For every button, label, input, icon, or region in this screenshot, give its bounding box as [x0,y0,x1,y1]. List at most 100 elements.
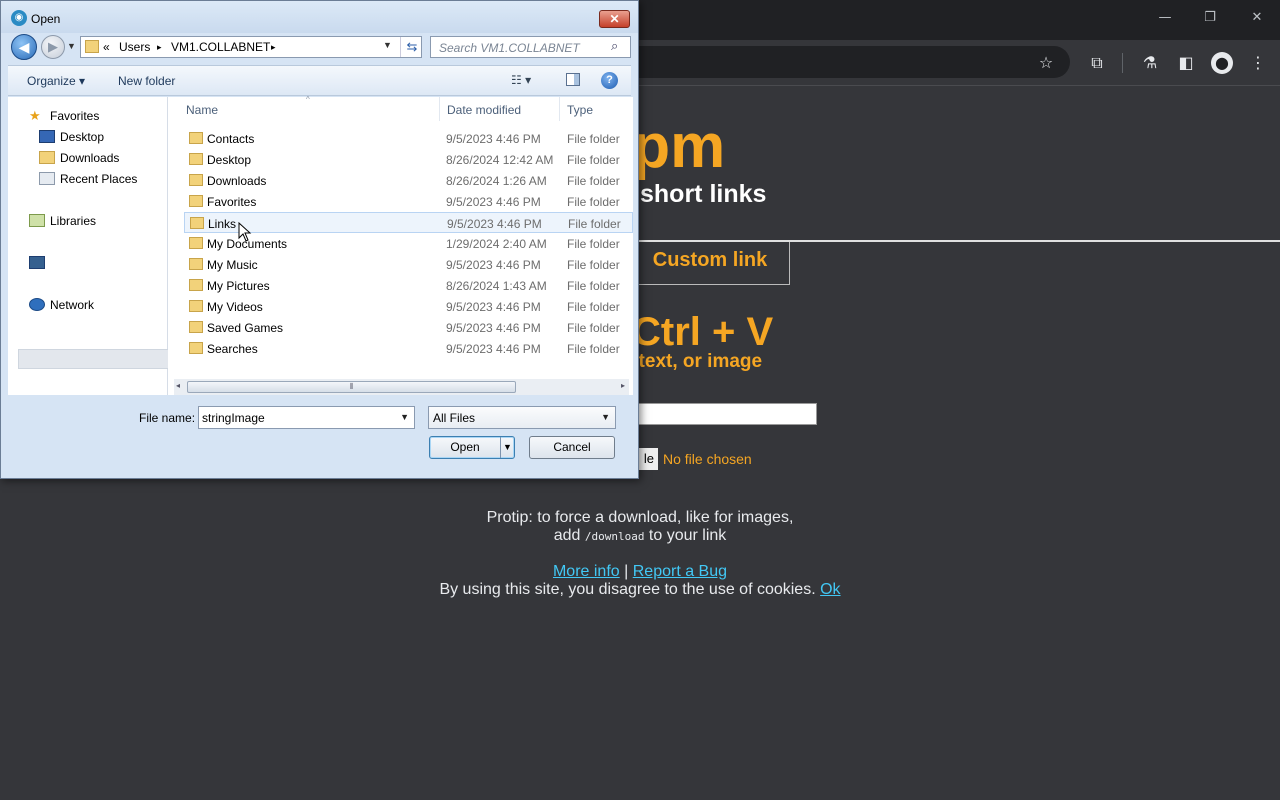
nav-downloads[interactable]: Downloads [39,151,119,165]
cancel-button[interactable]: Cancel [529,436,615,459]
organize-button[interactable]: Organize ▾ [27,74,85,88]
open-button[interactable]: Open ▼ [429,436,515,459]
chevron-down-icon[interactable]: ▼ [400,412,409,422]
column-separator[interactable] [559,97,560,121]
search-icon: ⌕ [611,39,619,54]
forward-button[interactable]: ▶ [41,35,65,59]
file-row[interactable]: Desktop 8/26/2024 12:42 AM File folder [184,149,633,170]
tab-custom-link[interactable]: Custom link [630,242,790,285]
recent-locations-dropdown[interactable]: ▼ [67,41,76,51]
file-date-modified: 9/5/2023 4:46 PM [446,321,541,335]
scroll-right-icon[interactable]: ▸ [621,381,625,390]
breadcrumb-vm1-collabnet[interactable]: VM1.COLLABNET [171,40,270,54]
more-info-link[interactable]: More info [553,563,620,580]
report-bug-link[interactable]: Report a Bug [633,563,727,580]
scroll-left-icon[interactable]: ◂ [176,381,180,390]
file-type: File folder [567,237,620,251]
file-list: ^ Name Date modified Type Contacts 9/5/20… [168,95,633,395]
paste-textarea[interactable] [620,403,817,425]
file-row[interactable]: Contacts 9/5/2023 4:46 PM File folder [184,128,633,149]
minimize-button[interactable]: — [1155,10,1175,25]
paste-heading: Ctrl + V [632,310,774,354]
file-status: No file chosen [663,451,752,467]
profile-icon[interactable]: ● [1211,52,1233,74]
file-type: File folder [567,258,620,272]
nav-recent-places[interactable]: Recent Places [39,172,137,186]
horizontal-scrollbar[interactable]: ◂ ⦀ ▸ [174,379,629,395]
nav-computer[interactable] [18,349,173,369]
open-button-label: Open [450,440,480,454]
refresh-icon[interactable]: ⇆ [400,37,423,57]
menu-icon[interactable]: ⋮ [1247,52,1269,74]
star-icon[interactable]: ☆ [1035,52,1057,74]
file-name-label: File name: [139,411,196,425]
address-dropdown-icon[interactable]: ▼ [383,40,392,50]
file-row[interactable]: Saved Games 9/5/2023 4:46 PM File folder [184,317,633,338]
file-row[interactable]: Favorites 9/5/2023 4:46 PM File folder [184,191,633,212]
column-header-type[interactable]: Type [567,103,593,117]
nav-network[interactable]: Network [29,298,94,312]
extensions-icon[interactable]: ⧉ [1086,52,1108,74]
scrollbar-thumb[interactable]: ⦀ [187,381,516,393]
nav-recent-places-label: Recent Places [60,172,138,186]
protip-code: /download [584,530,645,543]
desktop-icon [39,130,55,143]
dialog-close-button[interactable]: ✕ [599,10,630,28]
back-button[interactable]: ◀ [11,34,37,60]
mouse-cursor-icon [238,221,252,242]
close-window-button[interactable]: ✕ [1247,10,1267,25]
folder-icon [189,321,203,333]
new-folder-button[interactable]: New folder [118,74,175,88]
file-type: File folder [567,195,620,209]
network-icon [29,298,45,311]
file-row[interactable]: My Music 9/5/2023 4:46 PM File folder [184,254,633,275]
chevron-right-icon[interactable]: ▸ [157,42,162,53]
column-separator[interactable] [439,97,440,121]
folder-icon [85,40,99,53]
chevron-right-icon[interactable]: ▸ [271,42,276,53]
file-date-modified: 9/5/2023 4:46 PM [446,195,541,209]
file-row[interactable]: Searches 9/5/2023 4:46 PM File folder [184,338,633,359]
cookie-ok-link[interactable]: Ok [820,581,840,598]
breadcrumb-users[interactable]: Users [119,40,150,54]
file-name-value: stringImage [202,411,265,425]
file-name-field[interactable]: stringImage ▼ [198,406,415,429]
nav-computer-icon-wrap[interactable] [29,256,50,270]
nav-network-label: Network [50,298,95,312]
navigation-pane: ★ Favorites Desktop Downloads Recent Plac… [8,97,173,395]
recent-places-icon [39,172,55,185]
restore-button[interactable]: ❐ [1200,10,1220,25]
help-icon[interactable]: ? [601,72,618,89]
column-header-date[interactable]: Date modified [447,103,521,117]
file-type-value: All Files [433,411,476,425]
breadcrumb[interactable]: « Users ▸ VM1.COLLABNET ▸ ▼ [80,36,422,58]
downloads-icon [39,151,55,164]
nav-favorites[interactable]: ★ Favorites [29,109,99,124]
file-type: File folder [567,174,620,188]
file-date-modified: 9/5/2023 4:46 PM [447,217,542,231]
breadcrumb-overflow[interactable]: « [103,40,110,54]
folder-icon [189,279,203,291]
file-row[interactable]: My Pictures 8/26/2024 1:43 AM File folder [184,275,633,296]
nav-desktop[interactable]: Desktop [39,130,104,144]
preview-pane-icon[interactable] [566,73,580,86]
chevron-down-icon[interactable]: ▼ [601,412,610,422]
file-date-modified: 9/5/2023 4:46 PM [446,258,541,272]
nav-downloads-label: Downloads [60,151,120,165]
nav-libraries[interactable]: Libraries [29,214,96,228]
column-header-name[interactable]: Name [186,103,218,117]
folder-icon [189,195,203,207]
cookie-text: By using this site, you disagree to the … [439,581,816,598]
labs-icon[interactable]: ⚗ [1139,52,1161,74]
file-type-select[interactable]: All Files ▼ [428,406,616,429]
file-name: Favorites [207,195,257,209]
file-row[interactable]: My Videos 9/5/2023 4:46 PM File folder [184,296,633,317]
dialog-title: Open [31,12,61,26]
open-options-dropdown-icon[interactable]: ▼ [503,437,512,458]
file-row[interactable]: Downloads 8/26/2024 1:26 AM File folder [184,170,633,191]
change-view-icon[interactable]: ☷ ▾ [511,73,531,87]
search-input[interactable]: Search VM1.COLLABNET ⌕ [430,36,631,58]
file-name: Downloads [207,174,267,188]
sidepanel-icon[interactable]: ◧ [1175,52,1197,74]
folder-icon [189,174,203,186]
